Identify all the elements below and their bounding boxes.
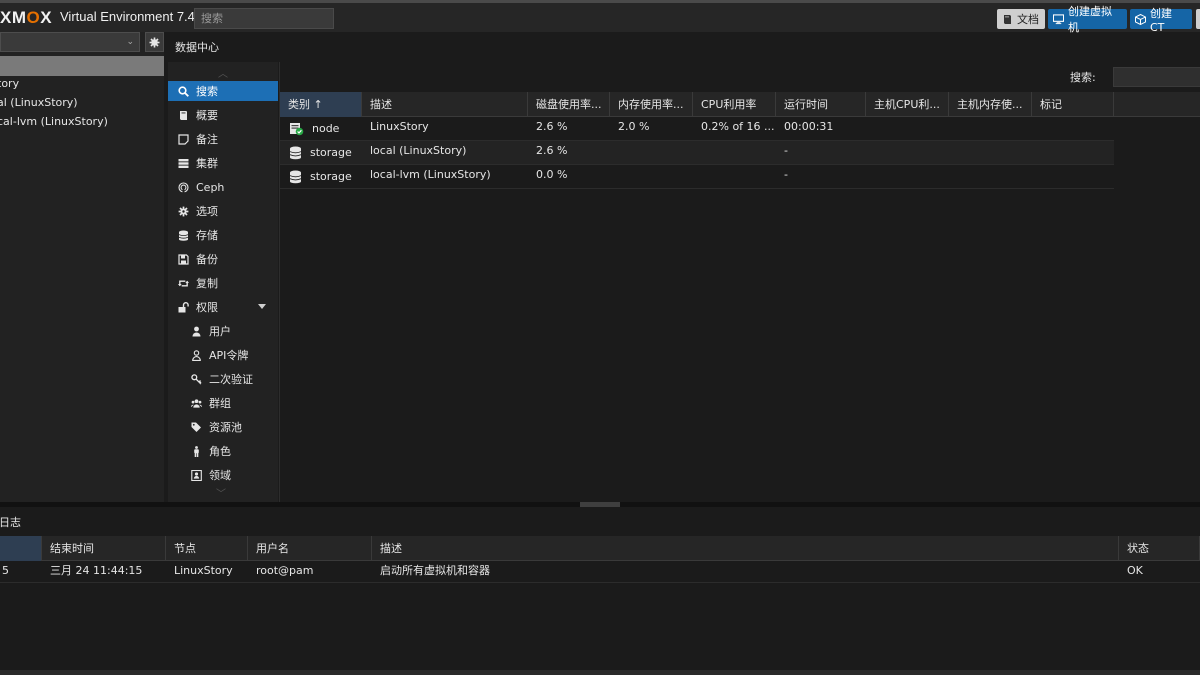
- unlock-icon: [178, 301, 189, 313]
- column-header-status[interactable]: 状态: [1119, 536, 1200, 561]
- nav-item-notes[interactable]: 备注: [168, 129, 278, 149]
- nav-item-groups[interactable]: 群组: [168, 393, 278, 413]
- nav-item-users[interactable]: 用户: [168, 321, 278, 341]
- header-search-input[interactable]: [194, 8, 334, 29]
- ceph-icon: [178, 181, 189, 193]
- users-icon: [191, 398, 202, 409]
- database-icon: [289, 146, 302, 160]
- create-vm-button[interactable]: 创建虚拟机: [1048, 5, 1127, 34]
- node-online-icon: [289, 122, 304, 136]
- chevron-up-icon[interactable]: ︿: [218, 65, 228, 80]
- cube-icon: [1135, 13, 1146, 25]
- book-icon: [178, 110, 189, 121]
- nav-item-roles[interactable]: 角色: [168, 441, 278, 461]
- male-icon: [191, 445, 202, 457]
- tree-item-storage-local[interactable]: al (LinuxStory): [0, 96, 78, 114]
- search-icon: [178, 85, 189, 97]
- table-row[interactable]: storage local-lvm (LinuxStory) 0.0 % -: [280, 165, 1114, 189]
- nav-item-two-factor[interactable]: 二次验证: [168, 369, 278, 389]
- note-icon: [178, 133, 189, 145]
- server-icon: [178, 158, 189, 169]
- grid-empty-area: [1114, 117, 1200, 502]
- chevron-down-icon: ⌄: [126, 37, 134, 47]
- key-icon: [191, 373, 202, 385]
- column-header-host-memory[interactable]: 主机内存使...: [949, 92, 1032, 117]
- top-header: XMOX Virtual Environment 7.4-3 文档 创建虚拟机 …: [0, 0, 1200, 34]
- user-outline-icon: [191, 349, 202, 361]
- retweet-icon: [178, 278, 189, 289]
- search-input[interactable]: [1113, 67, 1200, 87]
- nav-item-options[interactable]: 选项: [168, 201, 278, 221]
- nav-item-summary[interactable]: 概要: [168, 105, 278, 125]
- column-header-username[interactable]: 用户名: [248, 536, 372, 561]
- nav-item-backup[interactable]: 备份: [168, 249, 278, 269]
- nav-item-ceph[interactable]: Ceph: [168, 177, 278, 197]
- sort-asc-icon: ↑: [313, 98, 323, 111]
- column-header-type[interactable]: 类别 ↑: [280, 92, 362, 117]
- nav-item-pools[interactable]: 资源池: [168, 417, 278, 437]
- column-header-start-time[interactable]: [0, 536, 42, 561]
- column-header-end-time[interactable]: 结束时间: [42, 536, 166, 561]
- nav-item-api-tokens[interactable]: API令牌: [168, 345, 278, 365]
- datacenter-nav: ︿ 搜索 概要 备注 集群 Ceph 选项 存储 备份 复制 权限 用户 API…: [168, 62, 278, 502]
- search-label: 搜索:: [1070, 71, 1096, 84]
- caret-down-icon[interactable]: [258, 304, 266, 309]
- log-title[interactable]: 日志: [0, 514, 21, 530]
- database-icon: [178, 230, 189, 241]
- user-icon: [191, 326, 202, 337]
- book-icon: [1002, 14, 1013, 25]
- tree-item-node[interactable]: tory: [0, 77, 19, 95]
- version-label: Virtual Environment 7.4-3: [60, 9, 207, 24]
- table-row[interactable]: storage local (LinuxStory) 2.6 % -: [280, 141, 1114, 165]
- column-header-node[interactable]: 节点: [166, 536, 248, 561]
- tags-icon: [191, 422, 202, 433]
- tree-item-storage-local-lvm[interactable]: cal-lvm (LinuxStory): [0, 115, 108, 133]
- tree-settings-button[interactable]: [145, 32, 164, 52]
- search-panel: 搜索: 类别 ↑ 描述 磁盘使用率... 内存使用率... CPU利用率 运行时…: [279, 62, 1200, 502]
- view-selector[interactable]: ⌄: [0, 32, 140, 52]
- header-overflow-button[interactable]: [1196, 9, 1200, 29]
- nav-item-search[interactable]: 搜索: [168, 81, 278, 101]
- tree-item-datacenter[interactable]: [0, 56, 164, 76]
- column-header-host-cpu[interactable]: 主机CPU利...: [866, 92, 949, 117]
- desktop-icon: [1053, 13, 1064, 25]
- column-header-description[interactable]: 描述: [362, 92, 528, 117]
- column-header-tags[interactable]: 标记: [1032, 92, 1114, 117]
- proxmox-logo[interactable]: XMOX: [0, 8, 52, 28]
- grid-header: 类别 ↑ 描述 磁盘使用率... 内存使用率... CPU利用率 运行时间 主机…: [280, 92, 1200, 117]
- gear-icon: [149, 37, 160, 47]
- nav-item-replication[interactable]: 复制: [168, 273, 278, 293]
- column-header-memory-usage[interactable]: 内存使用率...: [610, 92, 693, 117]
- column-header-log-description[interactable]: 描述: [372, 536, 1119, 561]
- nav-item-storage[interactable]: 存储: [168, 225, 278, 245]
- log-scrollbar[interactable]: [0, 670, 1200, 675]
- nav-item-permissions[interactable]: 权限: [168, 297, 278, 317]
- table-row[interactable]: 5 三月 24 11:44:15 LinuxStory root@pam 启动所…: [0, 561, 1200, 583]
- resource-tree-panel: ⌄ tory al (LinuxStory) cal-lvm (LinuxSto…: [0, 32, 164, 502]
- column-header-uptime[interactable]: 运行时间: [776, 92, 866, 117]
- table-row[interactable]: node LinuxStory 2.6 % 2.0 % 0.2% of 16 .…: [280, 117, 1114, 141]
- column-header-cpu-usage[interactable]: CPU利用率: [693, 92, 776, 117]
- page-title: 数据中心: [175, 41, 219, 54]
- database-icon: [289, 170, 302, 184]
- address-book-icon: [191, 469, 202, 481]
- nav-item-realms[interactable]: 领域: [168, 465, 278, 485]
- floppy-icon: [178, 253, 189, 265]
- task-log-panel: 日志 结束时间 节点 用户名 描述 状态 5 三月 24 11:44:15 Li…: [0, 507, 1200, 675]
- docs-button[interactable]: 文档: [997, 9, 1045, 29]
- nav-item-cluster[interactable]: 集群: [168, 153, 278, 173]
- gear-icon: [178, 206, 189, 217]
- chevron-down-icon[interactable]: ﹀: [216, 485, 226, 500]
- log-grid-header: 结束时间 节点 用户名 描述 状态: [0, 536, 1200, 561]
- column-header-disk-usage[interactable]: 磁盘使用率...: [528, 92, 610, 117]
- create-ct-button[interactable]: 创建CT: [1130, 7, 1192, 34]
